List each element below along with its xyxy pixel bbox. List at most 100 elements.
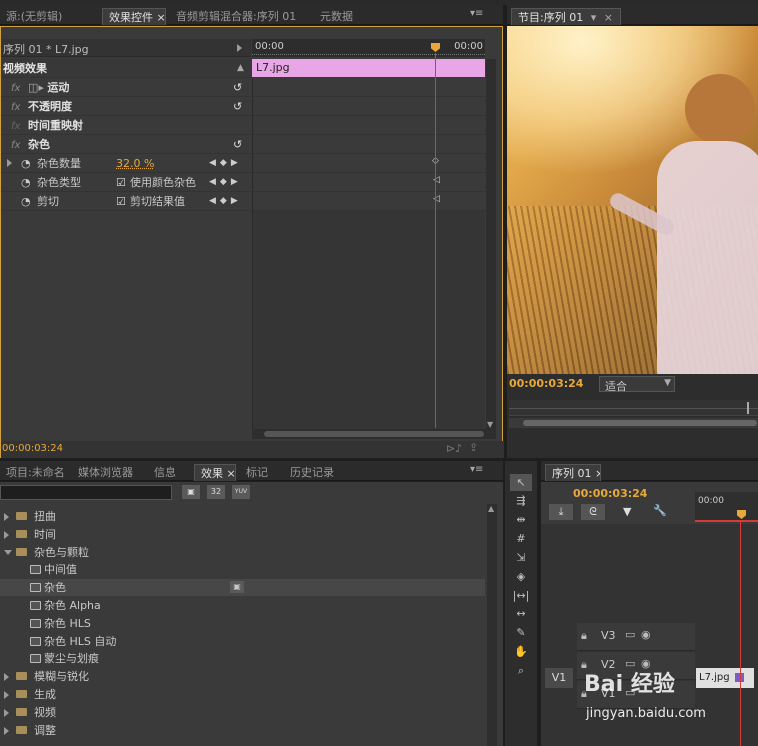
dropdown-icon[interactable]: ▾ (591, 11, 597, 24)
track-select-tool-icon[interactable]: ⇶ (510, 492, 532, 509)
program-timecode[interactable]: 00:00:03:24 (509, 377, 583, 390)
effects-folder[interactable]: 生成 (0, 686, 485, 703)
scroll-down-icon[interactable]: ▼ (487, 420, 493, 429)
sync-lock-icon[interactable]: ▭ (625, 628, 635, 641)
ec-current-time[interactable]: 00:00:03:24 (2, 443, 63, 454)
effects-folder[interactable]: 模糊与锐化 (0, 668, 485, 685)
zoom-tool-icon[interactable]: ⌕ (510, 662, 532, 679)
rolling-edit-tool-icon[interactable]: # (510, 530, 532, 547)
expand-icon[interactable] (7, 159, 12, 167)
effects-folder[interactable]: 扭曲 (0, 508, 485, 525)
play-audio-icon[interactable]: ⊳♪ (446, 442, 462, 455)
expand-icon[interactable] (4, 708, 9, 717)
effects-folder[interactable]: 时间 (0, 526, 485, 543)
tab-effect-controls[interactable]: 效果控件 × (102, 8, 166, 25)
collapse-timeline-icon[interactable] (237, 44, 242, 52)
clip-result-checkbox[interactable]: ☑ (116, 192, 126, 211)
effect-row-opacity[interactable]: fx 不透明度 ↺ (1, 97, 251, 116)
keyframe-area[interactable]: ◇ ◁ ◁ (252, 78, 486, 434)
reset-icon[interactable]: ↺ (233, 78, 242, 97)
panel-menu-icon[interactable]: ▾≡ (470, 8, 483, 19)
tab-effects[interactable]: 效果 × (194, 464, 236, 481)
effect-item[interactable]: 杂色 ▣ (0, 579, 485, 597)
expand-icon[interactable] (4, 513, 9, 521)
effect-item[interactable]: 杂色 HLS (0, 615, 485, 632)
fit-dropdown[interactable]: 适合 ▼ (599, 376, 675, 393)
link-icon[interactable]: ᘓ (581, 504, 605, 520)
noise-amount-value[interactable]: 32.0 % (116, 154, 154, 173)
tab-media-browser[interactable]: 媒体浏览器 (72, 464, 142, 481)
ec-ruler[interactable]: 00:00 00:00 (252, 39, 485, 57)
timeline-playhead-handle[interactable] (737, 510, 746, 519)
razor-tool-icon[interactable]: ◈ (510, 568, 532, 585)
work-area-bar[interactable] (695, 520, 758, 522)
slip-tool-icon[interactable]: |↔| (510, 587, 532, 604)
timeline-timecode[interactable]: 00:00:03:24 (573, 487, 647, 500)
timeline-ruler[interactable]: 00:00 (695, 492, 758, 522)
tab-project[interactable]: 项目:未命名 (0, 464, 68, 481)
hand-tool-icon[interactable]: ✋ (510, 643, 532, 660)
slide-tool-icon[interactable]: ↔ (510, 605, 532, 622)
reset-icon[interactable]: ↺ (233, 135, 242, 154)
tab-history[interactable]: 历史记录 (284, 464, 346, 481)
eye-icon[interactable]: ◉ (641, 628, 651, 641)
keyframe-nav[interactable]: ◀◆▶ (209, 173, 242, 192)
effect-item[interactable]: 蒙尘与划痕 (0, 650, 485, 667)
param-row-noise-amount[interactable]: ◔ 杂色数量 32.0 % ◀◆▶ (1, 154, 251, 173)
ec-hscroll-thumb[interactable] (264, 431, 484, 437)
effects-vscroll[interactable]: ▲ (487, 504, 497, 746)
effect-item[interactable]: 杂色 HLS 自动 (0, 633, 485, 650)
stopwatch-icon[interactable]: ◔ (21, 192, 31, 211)
tab-audio-clip-mixer[interactable]: 音频剪辑混合器:序列 01 (170, 8, 308, 25)
ec-vscroll[interactable]: ▼ (486, 59, 496, 429)
add-marker-icon[interactable]: ▼ (623, 505, 631, 518)
rate-stretch-tool-icon[interactable]: ⇲ (510, 549, 532, 566)
settings-wrench-icon[interactable]: 🔧 (653, 504, 667, 517)
stopwatch-icon[interactable]: ◔ (21, 154, 31, 173)
effects-folder[interactable]: 杂色与颗粒 (0, 544, 485, 561)
expand-icon[interactable] (4, 673, 9, 682)
expand-icon[interactable] (4, 691, 9, 699)
collapse-icon[interactable] (4, 549, 12, 555)
param-row-clip[interactable]: ◔ 剪切 ☑ 剪切结果值 ◀◆▶ (1, 192, 251, 211)
snap-icon[interactable]: ⤓ (549, 504, 573, 520)
panel-menu-icon[interactable]: ▾≡ (470, 464, 483, 475)
effect-item[interactable]: 中间值 (0, 561, 485, 578)
keyframe-nav[interactable]: ◀◆▶ (209, 192, 242, 211)
effect-row-time-remap[interactable]: fx 时间重映射 (1, 116, 251, 135)
program-zoom-bar[interactable] (509, 418, 758, 428)
tab-source[interactable]: 源:(无剪辑) (0, 8, 98, 25)
effects-folder[interactable]: 视频 (0, 704, 485, 721)
effects-search-input[interactable] (0, 485, 172, 500)
tab-metadata[interactable]: 元数据 (314, 8, 368, 25)
tab-info[interactable]: 信息 (148, 464, 188, 481)
reset-icon[interactable]: ↺ (233, 97, 242, 116)
zoom-thumb[interactable] (523, 420, 757, 426)
effect-row-noise[interactable]: fx 杂色 ↺ (1, 135, 251, 154)
yuv-effects-icon[interactable]: YUV (232, 485, 250, 499)
export-icon[interactable]: ⇪ (469, 441, 478, 454)
ec-hscroll[interactable] (252, 429, 496, 439)
tab-markers[interactable]: 标记 (240, 464, 280, 481)
use-color-noise-checkbox[interactable]: ☑ (116, 173, 126, 192)
tab-program[interactable]: 节目:序列 01 ▾ × (511, 8, 621, 25)
pen-tool-icon[interactable]: ✎ (510, 624, 532, 641)
effect-row-motion[interactable]: fx ◫▸ 运动 ↺ (1, 78, 251, 97)
accelerated-effects-icon[interactable]: ▣ (182, 485, 200, 499)
program-scrub-bar[interactable] (509, 400, 758, 416)
ripple-edit-tool-icon[interactable]: ⇹ (510, 511, 532, 528)
tab-sequence-01[interactable]: 序列 01 × (545, 464, 601, 481)
keyframe-nav[interactable]: ◀◆▶ (209, 154, 242, 173)
close-icon[interactable]: × (604, 11, 613, 24)
stopwatch-icon[interactable]: ◔ (21, 173, 31, 192)
param-row-noise-type[interactable]: ◔ 杂色类型 ☑ 使用颜色杂色 ◀◆▶ (1, 173, 251, 192)
scroll-up-icon[interactable]: ▲ (488, 504, 494, 513)
expand-icon[interactable] (4, 530, 9, 539)
selection-tool-icon[interactable]: ↖ (510, 474, 532, 491)
ec-clip-bar[interactable]: L7.jpg (252, 59, 485, 77)
program-video-frame[interactable] (507, 26, 758, 374)
scrub-playhead[interactable] (747, 402, 749, 414)
track-header-v3[interactable]: 🔒︎ V3 ▭ ◉ (577, 623, 695, 651)
effects-folder[interactable]: 调整 (0, 722, 485, 739)
effect-item[interactable]: 杂色 Alpha (0, 597, 485, 614)
